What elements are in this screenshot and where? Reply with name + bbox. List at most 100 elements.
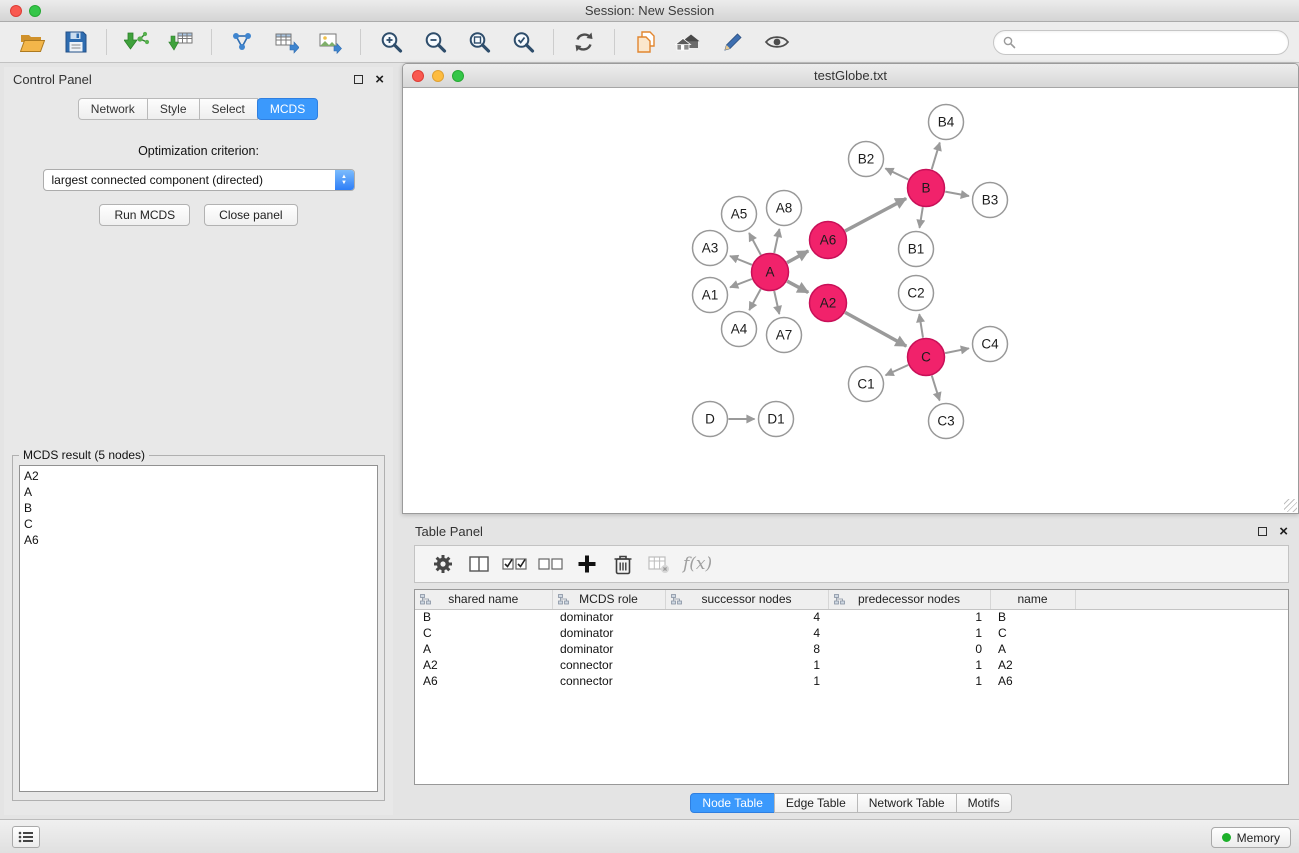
table-row[interactable]: C dominator 4 1 C (415, 625, 1288, 641)
open-session-button[interactable] (13, 25, 51, 59)
show-graphics-button[interactable] (670, 25, 708, 59)
cell-predecessor-nodes: 1 (828, 673, 990, 689)
table-row[interactable]: B dominator 4 1 B (415, 609, 1288, 625)
import-network-button[interactable] (118, 25, 156, 59)
table-row[interactable]: A2 connector 1 1 A2 (415, 657, 1288, 673)
table-settings-button[interactable] (425, 549, 461, 579)
graph-edge-B-B2[interactable] (885, 168, 908, 179)
close-panel-button[interactable]: Close panel (204, 204, 297, 226)
tab-style[interactable]: Style (147, 98, 200, 120)
list-item[interactable]: B (24, 500, 373, 516)
delete-column-button[interactable] (605, 549, 641, 579)
column-header-shared-name[interactable]: shared name (415, 590, 552, 609)
optimization-dropdown[interactable]: largest connected component (directed) ▲… (43, 169, 355, 191)
function-builder-icon[interactable]: f(x) (683, 554, 712, 574)
tab-mcds[interactable]: MCDS (257, 98, 318, 120)
list-item[interactable]: C (24, 516, 373, 532)
close-panel-icon[interactable]: × (375, 72, 384, 87)
column-tree-icon (558, 594, 569, 608)
graph-edge-A6-B[interactable] (845, 199, 906, 231)
import-table-button[interactable] (162, 25, 200, 59)
zoom-window-button[interactable] (29, 5, 41, 17)
graph-edge-B-B1[interactable] (920, 207, 923, 228)
graph-edge-C-C3[interactable] (932, 376, 940, 401)
graph-edge-A-A6[interactable] (787, 251, 808, 263)
toolbar-separator (553, 29, 554, 55)
manage-columns-button[interactable] (461, 549, 497, 579)
float-table-panel-icon[interactable] (1258, 527, 1267, 536)
graph-node-label-C: C (921, 350, 931, 365)
refresh-button[interactable] (565, 25, 603, 59)
search-input[interactable] (1021, 36, 1288, 50)
float-panel-icon[interactable] (354, 75, 363, 84)
select-all-button[interactable] (497, 549, 533, 579)
list-item[interactable]: A2 (24, 468, 373, 484)
export-image-button[interactable] (311, 25, 349, 59)
close-table-panel-icon[interactable]: × (1279, 524, 1288, 539)
graph-node-label-D: D (705, 412, 715, 427)
table-row[interactable]: A dominator 8 0 A (415, 641, 1288, 657)
graph-edge-A-A8[interactable] (774, 229, 779, 253)
network-canvas[interactable]: B4B2BB3A5A8A6B1A3AC2A1A2A4A7C4CC1C3DD1 (403, 89, 1298, 513)
zoom-in-button[interactable] (372, 25, 410, 59)
search-field[interactable] (993, 30, 1289, 55)
graph-edge-C-C1[interactable] (886, 365, 909, 375)
search-icon (1003, 36, 1016, 49)
run-mcds-button[interactable]: Run MCDS (99, 204, 190, 226)
workspace: Control Panel × Network Style Select MCD… (0, 63, 1299, 819)
minimize-network-window-button[interactable] (432, 70, 444, 82)
apply-style-button[interactable] (714, 25, 752, 59)
zoom-network-window-button[interactable] (452, 70, 464, 82)
list-item[interactable]: A6 (24, 532, 373, 548)
graph-edge-A-A1[interactable] (730, 279, 752, 287)
graph-edge-A-A5[interactable] (749, 233, 761, 255)
tab-motifs[interactable]: Motifs (956, 793, 1012, 813)
graph-edge-A-A3[interactable] (730, 256, 752, 265)
memory-button[interactable]: Memory (1211, 827, 1291, 848)
graph-edge-A2-C[interactable] (845, 312, 906, 346)
table-row[interactable]: A6 connector 1 1 A6 (415, 673, 1288, 689)
table-panel-title: Table Panel (415, 524, 483, 539)
new-network-button[interactable] (223, 25, 261, 59)
toggle-visibility-button[interactable] (758, 25, 796, 59)
folder-open-icon (20, 31, 45, 53)
zoom-fit-button[interactable] (460, 25, 498, 59)
duplicate-network-button[interactable] (626, 25, 664, 59)
column-header-mcds-role[interactable]: MCDS role (552, 590, 665, 609)
list-item[interactable]: A (24, 484, 373, 500)
graph-edge-A-A4[interactable] (749, 289, 760, 310)
tab-select[interactable]: Select (199, 98, 258, 120)
graph-edge-C-C4[interactable] (945, 348, 969, 353)
column-header-successor-nodes[interactable]: successor nodes (665, 590, 828, 609)
zoom-selected-button[interactable] (504, 25, 542, 59)
task-list-button[interactable] (12, 826, 40, 848)
add-column-button[interactable] (569, 549, 605, 579)
export-table-button[interactable] (267, 25, 305, 59)
status-bar: Memory (0, 819, 1299, 853)
tab-edge-table[interactable]: Edge Table (774, 793, 858, 813)
mcds-result-list[interactable]: A2 A B C A6 (19, 465, 378, 792)
save-session-button[interactable] (57, 25, 95, 59)
resize-grip[interactable] (1284, 499, 1297, 512)
network-graph[interactable]: B4B2BB3A5A8A6B1A3AC2A1A2A4A7C4CC1C3DD1 (403, 89, 1298, 513)
graph-edge-A-A7[interactable] (774, 291, 779, 314)
graph-edge-C-C2[interactable] (919, 314, 923, 338)
close-network-window-button[interactable] (412, 70, 424, 82)
tab-node-table[interactable]: Node Table (690, 793, 775, 813)
graph-node-label-A4: A4 (731, 322, 748, 337)
control-panel-title: Control Panel (13, 72, 92, 87)
tab-network-table[interactable]: Network Table (857, 793, 957, 813)
graph-node-label-A5: A5 (731, 207, 748, 222)
deselect-all-button[interactable] (533, 549, 569, 579)
graph-edge-B-B4[interactable] (932, 143, 940, 170)
tab-network[interactable]: Network (78, 98, 148, 120)
graph-edge-B-B3[interactable] (945, 192, 969, 196)
cell-name: B (990, 609, 1075, 625)
table-header-row: shared name MCDS role successor nodes (415, 590, 1288, 609)
graph-edge-A-A2[interactable] (787, 281, 808, 292)
network-window-titlebar[interactable]: testGlobe.txt (403, 64, 1298, 88)
zoom-out-button[interactable] (416, 25, 454, 59)
column-header-predecessor-nodes[interactable]: predecessor nodes (828, 590, 990, 609)
column-header-name[interactable]: name (990, 590, 1075, 609)
close-window-button[interactable] (10, 5, 22, 17)
